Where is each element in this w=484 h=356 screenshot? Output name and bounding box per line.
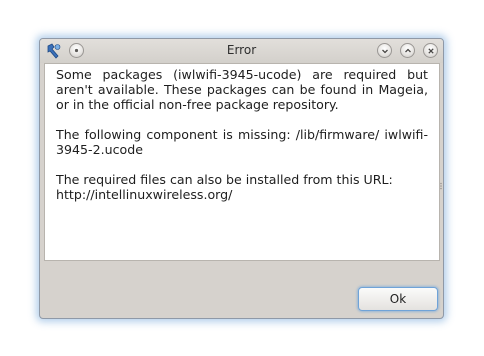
- ok-button[interactable]: Ok: [358, 287, 438, 311]
- pin-icon: [74, 48, 79, 53]
- message-url-intro: The required files can also be installed…: [56, 172, 393, 187]
- maximize-icon: [404, 48, 411, 52]
- error-dialog: Error Some packages (iwlwifi-3945-ucode)…: [39, 38, 444, 319]
- minimize-icon: [381, 49, 388, 53]
- maximize-button[interactable]: [400, 43, 415, 58]
- message-paragraph-packages: Some packages (iwlwifi-3945-ucode) are r…: [56, 67, 428, 112]
- minimize-button[interactable]: [377, 43, 392, 58]
- pin-button[interactable]: [69, 43, 84, 58]
- app-icon[interactable]: [46, 43, 62, 59]
- corner-resize-grip[interactable]: [435, 310, 441, 316]
- side-resize-grip[interactable]: [439, 175, 443, 190]
- message-area: Some packages (iwlwifi-3945-ucode) are r…: [44, 63, 440, 261]
- firmware-url-link[interactable]: http://intellinuxwireless.org/: [56, 187, 428, 202]
- close-button[interactable]: [423, 43, 438, 58]
- close-icon: [427, 47, 434, 54]
- title-bar[interactable]: Error: [40, 39, 443, 63]
- error-message: Some packages (iwlwifi-3945-ucode) are r…: [56, 67, 428, 202]
- message-paragraph-url: The required files can also be installed…: [56, 172, 428, 202]
- message-paragraph-missing-component: The following component is missing: /lib…: [56, 127, 428, 157]
